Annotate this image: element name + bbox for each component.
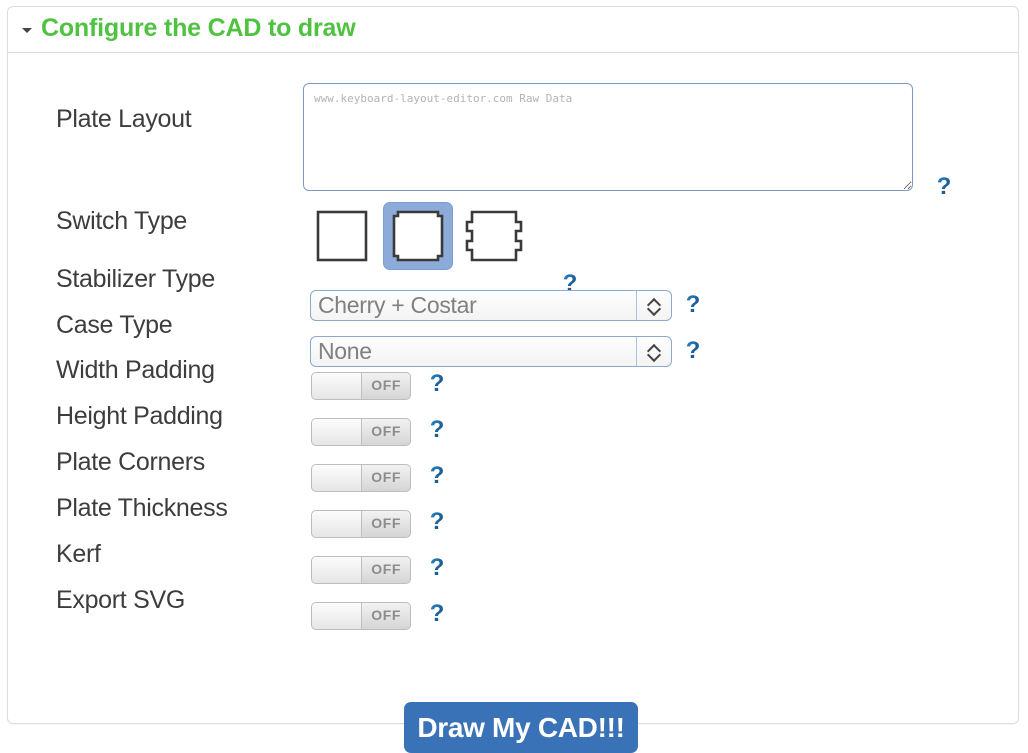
label-width-padding: Width Padding	[56, 356, 215, 385]
help-icon-stabilizer-type[interactable]: ?	[682, 291, 704, 321]
case-type-wrap: None	[310, 336, 672, 367]
toggle-knob	[312, 373, 362, 399]
case-type-select[interactable]: None	[310, 336, 672, 367]
toggle-state-label: OFF	[371, 561, 401, 577]
switch-type-options	[308, 203, 528, 269]
toggle-state-label: OFF	[371, 469, 401, 485]
toggle-kerf[interactable]: OFF	[311, 556, 411, 584]
svg-text:?: ?	[686, 337, 701, 364]
toggle-knob	[312, 557, 362, 583]
help-icon-plate-corners[interactable]: ?	[426, 462, 448, 492]
help-icon-plate-thickness[interactable]: ?	[426, 508, 448, 538]
label-plate-corners: Plate Corners	[56, 448, 205, 477]
svg-text:?: ?	[430, 508, 445, 535]
chevron-down-icon[interactable]	[22, 28, 32, 33]
stabilizer-type-wrap: Cherry + Costar	[310, 290, 672, 321]
svg-text:?: ?	[430, 462, 445, 489]
label-switch-type: Switch Type	[56, 207, 187, 236]
toggle-state-label: OFF	[371, 515, 401, 531]
svg-text:?: ?	[430, 600, 445, 627]
toggle-state-label: OFF	[371, 423, 401, 439]
help-icon-kerf[interactable]: ?	[426, 554, 448, 584]
toggle-plate-corners[interactable]: OFF	[311, 464, 411, 492]
svg-text:?: ?	[430, 416, 445, 443]
label-stabilizer-type: Stabilizer Type	[56, 265, 215, 294]
svg-text:?: ?	[937, 173, 952, 200]
draw-my-cad-button[interactable]: Draw My CAD!!!	[404, 702, 638, 753]
toggle-width-padding[interactable]: OFF	[311, 372, 411, 400]
svg-text:?: ?	[430, 554, 445, 581]
label-height-padding: Height Padding	[56, 402, 223, 431]
switch-option-alps-side-tabs[interactable]	[460, 203, 528, 269]
help-icon-export-svg[interactable]: ?	[426, 600, 448, 630]
page-title: Configure the CAD to draw	[41, 14, 355, 43]
help-icon-height-padding[interactable]: ?	[426, 416, 448, 446]
help-icon-case-type[interactable]: ?	[682, 337, 704, 367]
svg-text:?: ?	[430, 370, 445, 397]
label-plate-thickness: Plate Thickness	[56, 494, 228, 523]
toggle-knob	[312, 603, 362, 629]
switch-option-mx-plain-square[interactable]	[308, 203, 376, 269]
switch-option-mx-notched-corners[interactable]	[384, 203, 452, 269]
configure-cad-panel: Configure the CAD to draw Plate Layout ?…	[7, 6, 1019, 724]
help-icon-plate-layout[interactable]: ?	[933, 173, 955, 203]
toggle-knob	[312, 465, 362, 491]
label-kerf: Kerf	[56, 540, 101, 569]
panel-header[interactable]: Configure the CAD to draw	[8, 7, 1018, 53]
toggle-export-svg[interactable]: OFF	[311, 602, 411, 630]
toggle-height-padding[interactable]: OFF	[311, 418, 411, 446]
stabilizer-type-select[interactable]: Cherry + Costar	[310, 290, 672, 321]
plate-layout-input[interactable]	[303, 83, 913, 191]
help-icon-width-padding[interactable]: ?	[426, 370, 448, 400]
toggle-state-label: OFF	[371, 377, 401, 393]
label-export-svg: Export SVG	[56, 586, 185, 615]
toggle-knob	[312, 511, 362, 537]
toggle-state-label: OFF	[371, 607, 401, 623]
toggle-knob	[312, 419, 362, 445]
toggle-plate-thickness[interactable]: OFF	[311, 510, 411, 538]
svg-text:?: ?	[686, 291, 701, 318]
label-case-type: Case Type	[56, 311, 172, 340]
panel-body: Plate Layout ? Switch Type	[8, 53, 1018, 723]
label-plate-layout: Plate Layout	[56, 105, 191, 134]
